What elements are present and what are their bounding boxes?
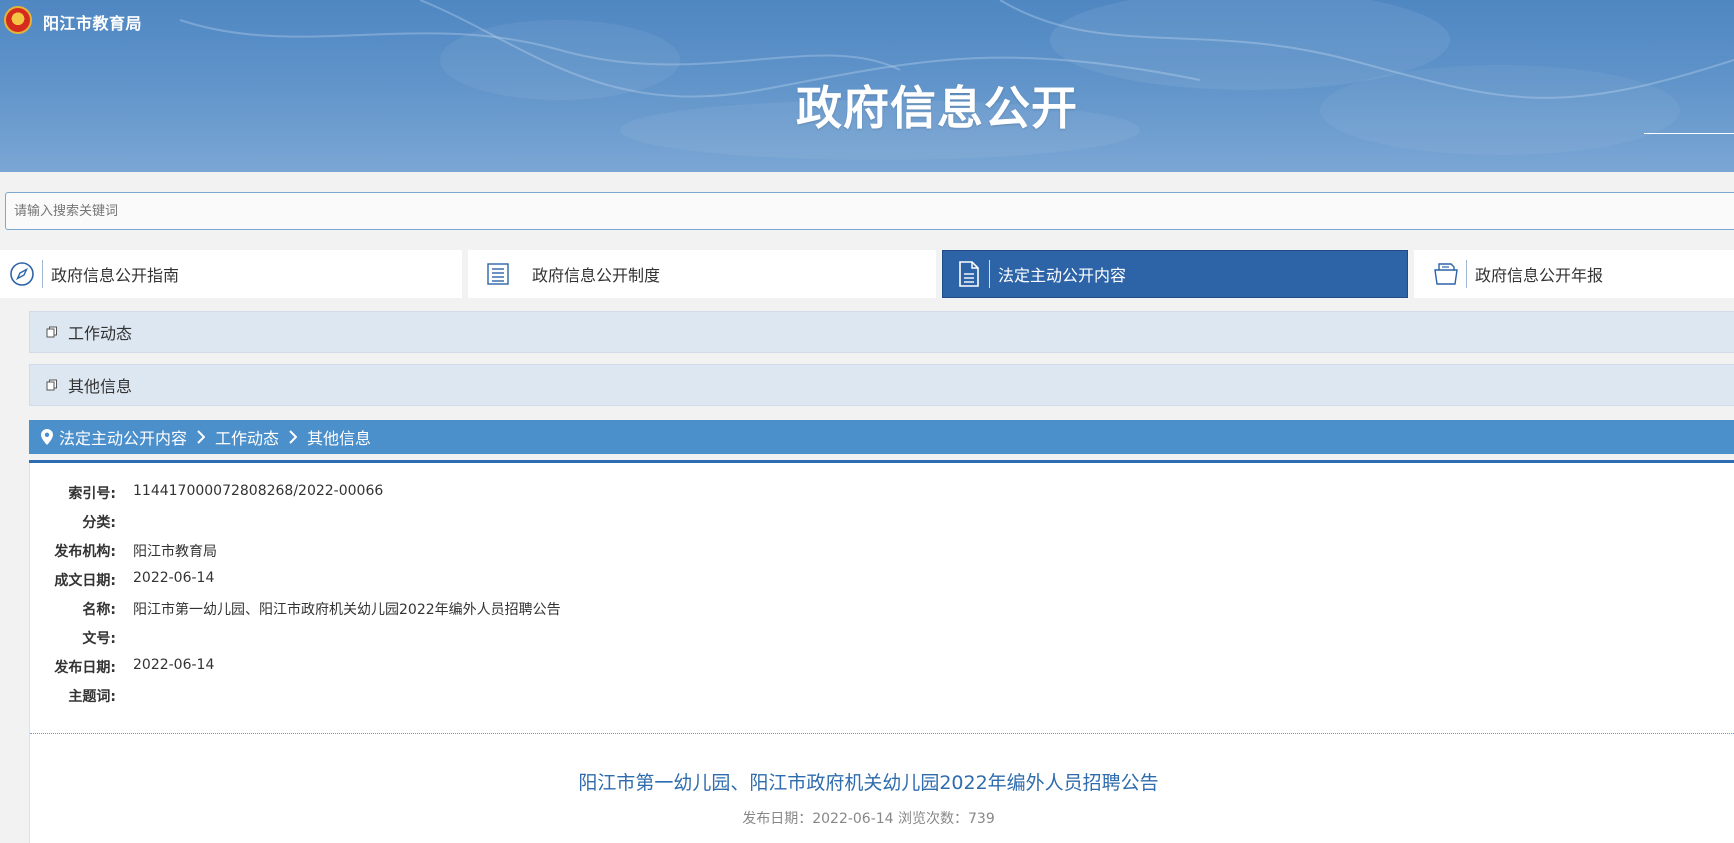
- tab-annual-report[interactable]: 政府信息公开年报: [1414, 250, 1734, 298]
- tab-label: 政府信息公开年报: [1475, 266, 1604, 285]
- tab-separator: [42, 260, 43, 288]
- category-other-info[interactable]: 其他信息: [29, 364, 1734, 406]
- meta-value: 2022-06-14: [133, 570, 215, 586]
- category-label: 其他信息: [68, 377, 133, 396]
- tab-label: 政府信息公开制度: [532, 266, 661, 285]
- tab-separator: [989, 260, 990, 288]
- meta-value: 阳江市第一幼儿园、阳江市政府机关幼儿园2022年编外人员招聘公告: [133, 602, 561, 618]
- meta-label: 发布机构:: [54, 544, 116, 560]
- category-label: 工作动态: [68, 324, 133, 343]
- tab-separator: [1466, 260, 1467, 288]
- document-icon: [949, 254, 989, 294]
- breadcrumb: 法定主动公开内容 工作动态 其他信息: [29, 420, 1734, 454]
- compass-icon: [2, 254, 42, 294]
- copy-doc-icon: [46, 326, 58, 338]
- meta-value: 114417000072808268/2022-00066: [133, 483, 384, 499]
- search-input[interactable]: [5, 192, 1734, 230]
- article-title: 阳江市第一幼儿园、阳江市政府机关幼儿园2022年编外人员招聘公告: [578, 772, 1159, 794]
- meta-label: 成文日期:: [54, 573, 116, 589]
- tab-statutory-content[interactable]: 法定主动公开内容: [942, 250, 1408, 298]
- tab-disclosure-system[interactable]: 政府信息公开制度: [468, 250, 936, 298]
- chevron-right-icon: [289, 430, 298, 444]
- tab-label: 政府信息公开指南: [51, 266, 180, 285]
- breadcrumb-item[interactable]: 法定主动公开内容: [59, 425, 187, 449]
- meta-label: 索引号:: [68, 486, 116, 502]
- meta-label: 名称:: [82, 602, 116, 618]
- banner-divider: [1644, 133, 1734, 134]
- header-banner: 阳江市教育局 政府信息公开: [0, 0, 1734, 172]
- site-name[interactable]: 阳江市教育局: [43, 10, 142, 34]
- national-emblem-icon: [4, 6, 32, 34]
- location-pin-icon: [41, 429, 53, 445]
- tab-disclosure-guide[interactable]: 政府信息公开指南: [0, 250, 462, 298]
- meta-label: 文号:: [82, 631, 116, 647]
- article-meta: 发布日期：2022-06-14 浏览次数：739: [742, 811, 995, 827]
- meta-label: 分类:: [82, 515, 116, 531]
- breadcrumb-item[interactable]: 其他信息: [307, 425, 371, 449]
- folder-icon: [1426, 254, 1466, 294]
- content-panel: 索引号: 114417000072808268/2022-00066 分类: 发…: [29, 463, 1734, 843]
- content-divider: [30, 733, 1734, 734]
- breadcrumb-item[interactable]: 工作动态: [215, 425, 279, 449]
- meta-label: 主题词:: [68, 689, 116, 705]
- list-icon: [478, 254, 518, 294]
- tab-label: 法定主动公开内容: [998, 266, 1127, 285]
- meta-value: 2022-06-14: [133, 657, 215, 673]
- meta-value: 阳江市教育局: [133, 544, 217, 560]
- meta-label: 发布日期:: [54, 660, 116, 676]
- page-title: 政府信息公开: [796, 81, 1078, 135]
- chevron-right-icon: [197, 430, 206, 444]
- category-work-news[interactable]: 工作动态: [29, 311, 1734, 353]
- copy-doc-icon: [46, 379, 58, 391]
